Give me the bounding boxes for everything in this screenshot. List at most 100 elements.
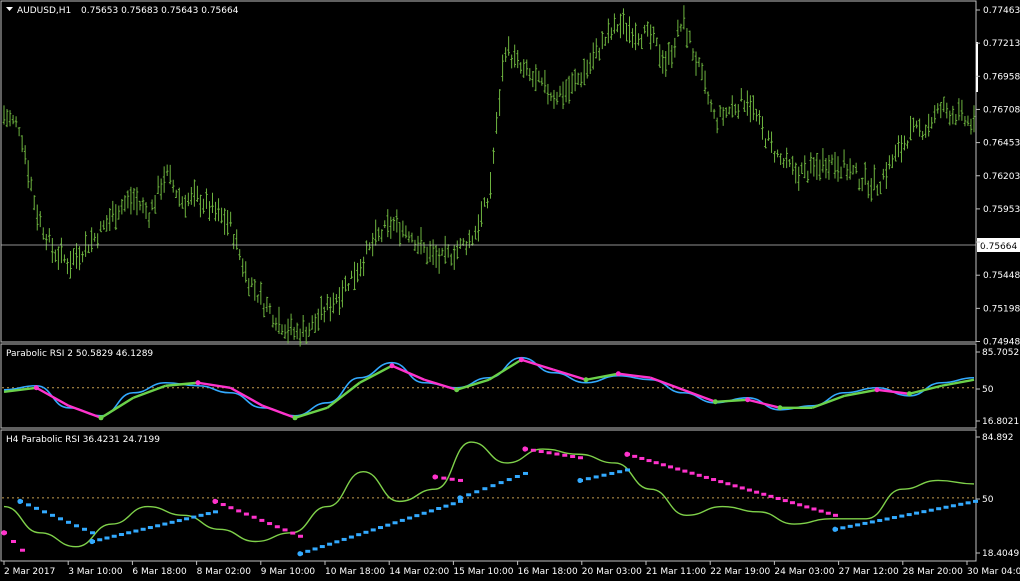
indicator1-tick-label: 50 (982, 385, 994, 395)
indicator2-sar-up-dash (205, 512, 211, 516)
time-tick-label: 2 Mar 2017 (4, 567, 55, 577)
time-tick-label: 9 Mar 10:00 (261, 567, 316, 577)
indicator2-sar-up-dash (921, 510, 927, 514)
indicator2-sar-up-dash (334, 540, 340, 544)
indicator2-sar-down-dash (804, 505, 810, 509)
indicator2-sar-up-dash (191, 515, 197, 519)
price-tick-label: 0.77213 (983, 39, 1020, 49)
indicator2-sar-up-dash (943, 505, 949, 509)
indicator2-sar-down-dash (228, 506, 234, 510)
indicator2-sar-start-dot (17, 498, 23, 504)
price-tick-label: 0.75198 (983, 304, 1020, 314)
indicator2-sar-start-dot (297, 551, 303, 557)
indicator2-sar-up-dash (392, 521, 398, 525)
indicator2-sar-down-dash (761, 492, 767, 496)
indicator2-sar-down-dash (530, 448, 536, 452)
indicator2-sar-up-dash (26, 503, 31, 507)
price-tick-label: 0.76453 (983, 139, 1020, 149)
indicator2-sar-up-dash (884, 517, 890, 521)
time-tick-label: 6 Mar 18:00 (132, 567, 187, 577)
indicator2-tick-label: 84.892 (982, 433, 1014, 443)
indicator2-sar-start-dot (432, 474, 438, 480)
indicator1-reversal-dot (583, 377, 589, 383)
indicator2-sar-down-dash (646, 459, 652, 463)
indicator2-sar-down-dash (696, 473, 702, 477)
indicator2-sar-start-dot (522, 446, 528, 452)
indicator1-reversal-dot (777, 405, 783, 411)
indicator2-sar-up-dash (928, 508, 934, 512)
indicator2-sar-up-dash (490, 484, 496, 488)
indicator2-sar-down-dash (570, 455, 576, 459)
indicator2-sar-up-dash (111, 534, 117, 538)
price-tick-label: 0.75448 (983, 271, 1020, 281)
indicator2-sar-up-dash (50, 513, 55, 517)
indicator2-sar-down-dash (768, 494, 774, 498)
indicator2-sar-up-dash (118, 533, 124, 537)
indicator2-sar-up-dash (42, 510, 47, 514)
indicator2-sar-up-dash (936, 507, 942, 511)
indicator1-reversal-dot (518, 357, 524, 363)
indicator2-sar-down-dash (578, 456, 583, 460)
indicator2-sar-up-dash (169, 520, 175, 524)
indicator2-sar-down-dash (20, 548, 25, 552)
indicator2-sar-up-dash (97, 538, 103, 542)
indicator2-sar-up-dash (617, 470, 623, 474)
indicator2-sar-up-dash (414, 514, 420, 518)
indicator2-sar-up-dash (370, 528, 376, 532)
indicator2-sar-down-dash (290, 531, 296, 535)
indicator2-sar-start-dot (457, 495, 463, 501)
chart-background (0, 0, 1020, 581)
indicator2-sar-up-dash (363, 530, 369, 534)
indicator2-sar-down-dash (251, 515, 257, 519)
indicator2-sar-down-dash (818, 509, 824, 513)
indicator2-sar-up-dash (891, 516, 897, 520)
price-tick-label: 0.75703 (983, 238, 1020, 248)
time-tick-label: 3 Mar 10:00 (68, 567, 123, 577)
indicator2-sar-down-dash (811, 507, 817, 511)
indicator2-sar-down-dash (267, 522, 273, 526)
indicator2-sar-up-dash (899, 514, 905, 518)
indicator2-sar-down-dash (775, 496, 781, 500)
indicator2-sar-up-dash (82, 527, 87, 531)
indicator2-sar-down-dash (632, 454, 638, 458)
indicator2-sar-up-dash (356, 533, 362, 537)
mt4-chart-window[interactable]: 0.75664 AUDUSD,H1 0.75653 0.75683 0.7564… (0, 0, 1020, 581)
indicator2-tick-label: 50 (982, 495, 994, 505)
indicator2-sar-start-dot (212, 498, 218, 504)
indicator2-sar-up-dash (847, 524, 853, 528)
indicator2-sar-start-dot (1, 530, 7, 536)
price-tick-label: 0.74948 (983, 338, 1020, 348)
indicator2-sar-start-dot (832, 526, 838, 532)
indicator2-sar-up-dash (914, 511, 920, 515)
time-tick-label: 28 Mar 20:00 (903, 567, 963, 577)
price-tick-label: 0.76203 (983, 172, 1020, 182)
indicator2-sar-up-dash (126, 531, 132, 535)
indicator2-sar-up-dash (585, 477, 591, 481)
indicator2-sar-up-dash (104, 536, 110, 540)
symbol-label: AUDUSD,H1 (17, 6, 71, 16)
indicator2-sar-up-dash (436, 507, 442, 511)
indicator2-sar-up-dash (609, 471, 615, 475)
indicator2-sar-down-dash (711, 478, 717, 482)
indicator2-sar-down-dash (675, 467, 681, 471)
indicator2-sar-up-dash (906, 513, 912, 517)
indicator2-sar-up-dash (428, 509, 434, 513)
indicator2-sar-up-dash (593, 475, 599, 479)
indicator2-sar-up-dash (74, 524, 79, 528)
indicator2-sar-up-dash (399, 518, 405, 522)
indicator2-sar-down-dash (668, 465, 674, 469)
indicator2-sar-up-dash (421, 511, 427, 515)
price-tick-label: 0.77463 (983, 6, 1020, 16)
indicator2-sar-up-dash (133, 529, 139, 533)
indicator2-sar-down-dash (746, 488, 752, 492)
indicator2-sar-up-dash (327, 542, 333, 546)
indicator2-sar-up-dash (213, 510, 218, 514)
indicator2-sar-up-dash (877, 518, 883, 522)
indicator2-sar-up-dash (855, 523, 861, 527)
indicator2-sar-up-dash (840, 526, 846, 530)
time-tick-label: 30 Mar 04:00 (967, 567, 1020, 577)
price-tick-label: 0.76708 (983, 105, 1020, 115)
indicator2-sar-up-dash (466, 493, 472, 497)
indicator2-sar-start-dot (577, 477, 583, 484)
indicator2-sar-down-dash (449, 477, 455, 481)
